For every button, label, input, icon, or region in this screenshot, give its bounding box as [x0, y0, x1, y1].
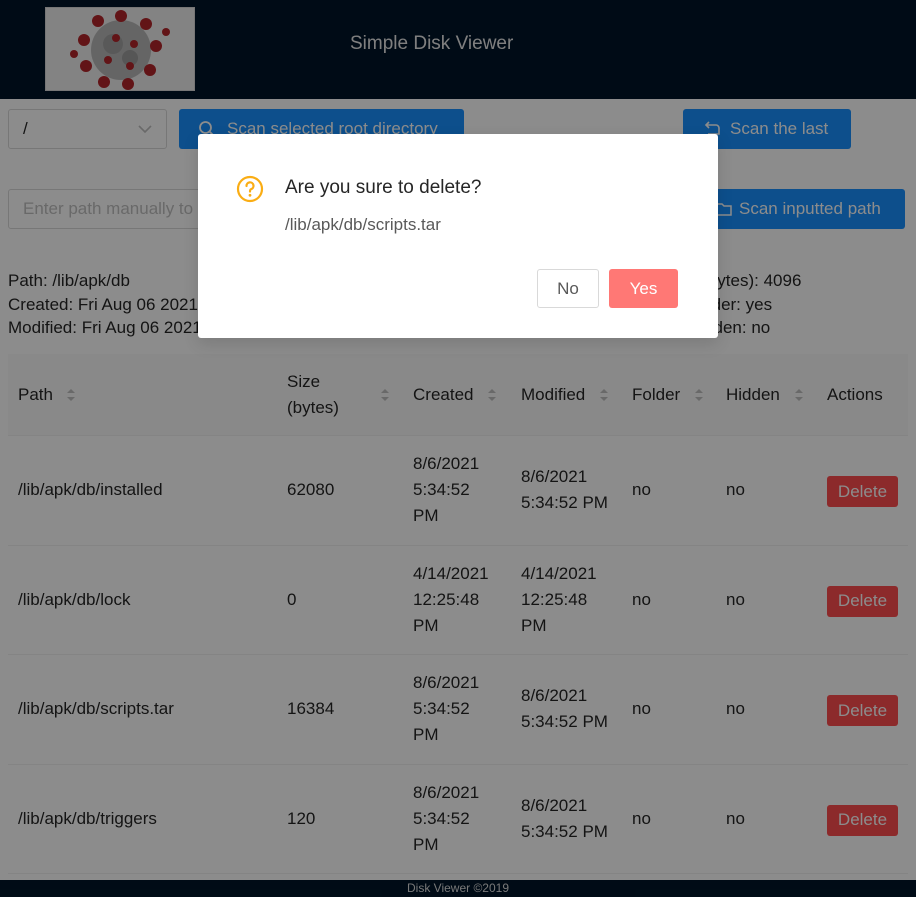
dialog-content: /lib/apk/db/scripts.tar: [285, 215, 441, 234]
yes-button[interactable]: Yes: [609, 269, 678, 308]
no-button[interactable]: No: [537, 269, 599, 308]
confirm-delete-dialog: Are you sure to delete? /lib/apk/db/scri…: [198, 134, 718, 338]
question-circle-icon: [236, 175, 264, 203]
dialog-title: Are you sure to delete?: [285, 177, 482, 198]
